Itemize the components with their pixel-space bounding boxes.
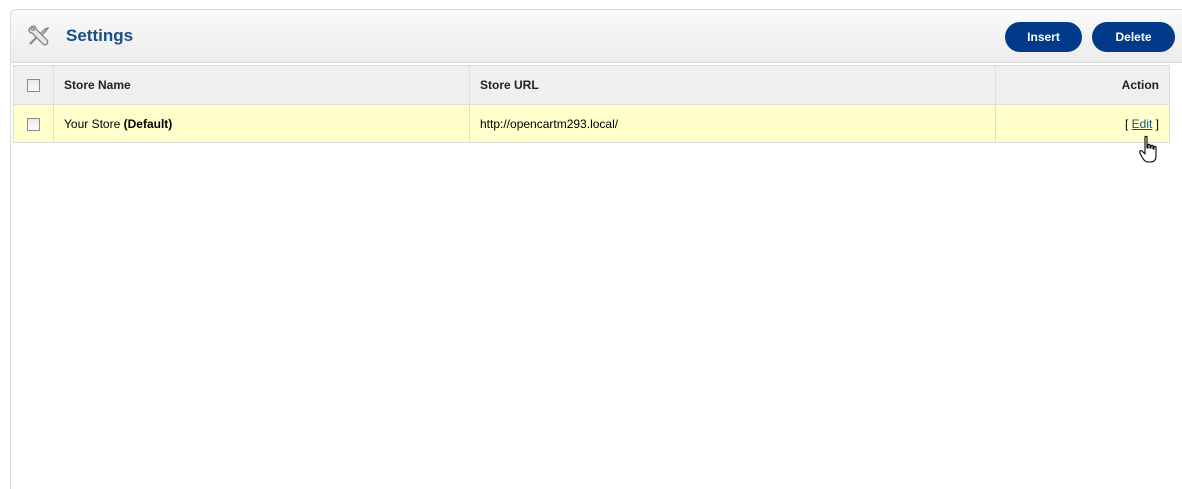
hand-pointer-cursor-icon bbox=[1139, 135, 1157, 163]
select-all-checkbox[interactable] bbox=[27, 79, 40, 93]
delete-button[interactable]: Delete bbox=[1092, 22, 1175, 52]
header-checkbox-cell bbox=[13, 65, 54, 105]
action-header: Action bbox=[995, 65, 1170, 105]
row-select-checkbox[interactable] bbox=[27, 117, 40, 131]
store-name: Your Store bbox=[64, 116, 121, 131]
edit-link-text[interactable]: Edit bbox=[1132, 117, 1153, 131]
edit-link[interactable]: [ Edit ] bbox=[1125, 117, 1159, 131]
store-name-cell: Your Store (Default) bbox=[53, 104, 470, 143]
store-name-header[interactable]: Store Name bbox=[53, 65, 470, 105]
panel-heading: Settings Insert Delete bbox=[11, 10, 1182, 63]
store-url-cell: http://opencartm293.local/ bbox=[469, 104, 996, 143]
wrench-screwdriver-icon bbox=[28, 25, 50, 46]
edit-bracket-close: ] bbox=[1152, 116, 1159, 131]
insert-button[interactable]: Insert bbox=[1005, 22, 1082, 52]
table-row: Your Store (Default) http://opencartm293… bbox=[13, 104, 1170, 143]
stores-table: Store Name Store URL Action Your Store (… bbox=[13, 65, 1170, 143]
edit-bracket-open: [ bbox=[1124, 116, 1132, 131]
row-checkbox-cell bbox=[13, 104, 54, 143]
page-title: Settings bbox=[66, 26, 134, 45]
default-label: (Default) bbox=[123, 116, 173, 131]
store-url-header[interactable]: Store URL bbox=[469, 65, 996, 105]
table-header-row: Store Name Store URL Action bbox=[13, 65, 1170, 105]
